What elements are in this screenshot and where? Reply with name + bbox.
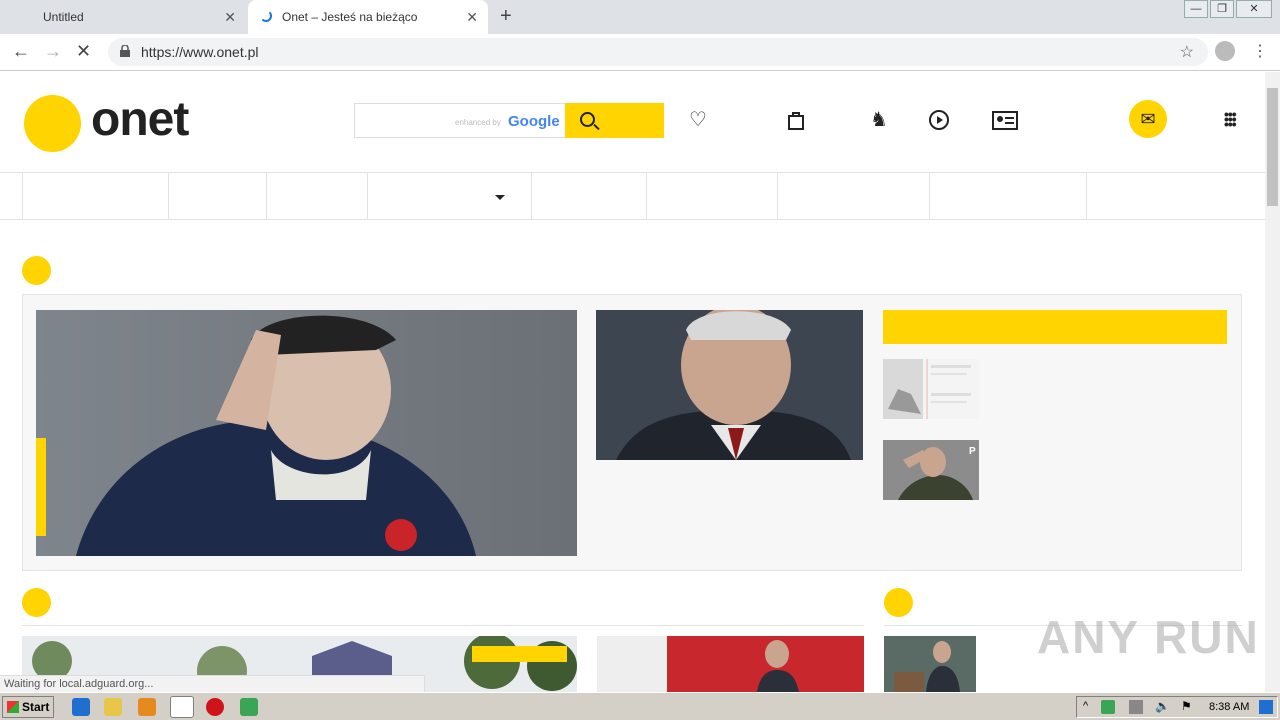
search-enhanced-label: enhanced by [455,118,501,127]
tab-title: Onet – Jesteś na bieżąco [282,10,418,24]
bookmark-star-icon[interactable]: ☆ [1180,42,1194,62]
tray-volume-icon[interactable]: 🔈 [1155,699,1170,713]
tab-onet[interactable]: Onet – Jesteś na bieżąco ✕ [248,0,488,34]
profile-avatar-icon[interactable] [1215,41,1235,61]
featured-panel: P [22,294,1242,571]
mail-button[interactable]: ✉ [1129,100,1167,138]
heart-icon[interactable]: ♡ [686,108,710,132]
close-window-icon[interactable]: ✕ [1236,0,1272,18]
scrollbar-thumb[interactable] [1267,88,1278,206]
shopping-bag-icon[interactable] [784,108,808,132]
stop-loading-icon[interactable]: ✕ [76,41,91,62]
page-content: onet enhanced by Google ♡ ♞ ✉ ••• ••• ••• [0,72,1265,692]
tray-adguard-icon[interactable] [1101,700,1115,714]
system-tray: ^ 🔈 ⚑ 8:38 AM [1076,696,1278,718]
search-icon [580,112,595,127]
show-desktop-icon[interactable] [1259,700,1273,714]
play-video-icon[interactable] [927,108,951,132]
opera-icon[interactable] [206,698,224,716]
folder-icon[interactable] [104,698,122,716]
tab-untitled[interactable]: Untitled ✕ [0,0,246,34]
new-tab-button[interactable]: + [500,5,512,28]
article-photo-parliament[interactable] [597,636,864,692]
tab-title: Untitled [43,10,84,24]
nav-item[interactable] [266,173,367,220]
restore-icon[interactable]: ❐ [1210,0,1234,18]
onet-logo-circle[interactable] [24,95,81,152]
search-button[interactable] [565,103,664,138]
nav-item[interactable] [22,173,168,220]
thumbnail-infographic[interactable] [883,359,979,419]
start-button[interactable]: Start [2,696,54,718]
chess-knight-icon[interactable]: ♞ [867,108,891,132]
close-tab-icon[interactable]: ✕ [224,9,236,26]
section-marker-dot [22,588,51,617]
back-icon[interactable]: ← [12,41,30,62]
thumbnail-soldier-salute[interactable]: P [883,440,979,500]
sidebar-headline-bar[interactable] [883,310,1227,344]
anyrun-watermark: ANY RUN [1037,611,1260,663]
nav-item[interactable] [929,173,1086,220]
tray-expand-icon[interactable]: ^ [1083,700,1088,712]
search-input[interactable]: enhanced by Google [354,103,566,138]
windows-taskbar: Start ^ 🔈 ⚑ 8:38 AM [0,692,1280,720]
internet-explorer-icon[interactable] [72,698,90,716]
nav-item[interactable] [168,173,266,220]
nav-item[interactable] [777,173,929,220]
minimize-icon[interactable]: — [1184,0,1208,18]
apps-grid-icon[interactable]: ••• ••• ••• [1224,107,1237,131]
section-marker-dot [884,588,913,617]
onet-logo-text[interactable]: onet [91,92,189,147]
loading-spinner-icon [260,10,272,22]
close-tab-icon[interactable]: ✕ [466,9,478,26]
status-bubble: Waiting for local.adguard.org... [0,675,425,692]
nav-item[interactable] [646,173,777,220]
start-label: Start [22,700,50,714]
id-card-icon[interactable] [991,108,1019,132]
featured-photo-older-man[interactable] [596,310,863,460]
section-marker-dot [22,256,51,285]
tray-network-icon[interactable] [1129,700,1143,714]
adguard-icon[interactable] [240,698,258,716]
browser-toolbar: ← → ✕ https://www.onet.pl ☆ ⋮ [0,34,1280,71]
browser-tab-bar: Untitled ✕ Onet – Jesteś na bieżąco ✕ + … [0,0,1280,34]
svg-text:P: P [969,446,976,457]
media-player-icon[interactable] [138,698,156,716]
section-divider [22,625,864,626]
url-text[interactable]: https://www.onet.pl [141,44,259,60]
windows-logo-icon [7,701,19,713]
chevron-down-icon [495,195,505,200]
google-logo: Google [508,113,560,130]
nav-item[interactable] [1086,173,1265,220]
nav-item-dropdown[interactable] [367,173,531,220]
address-bar[interactable]: https://www.onet.pl ☆ [108,38,1208,66]
taskbar-clock[interactable]: 8:38 AM [1209,701,1249,713]
nav-item[interactable] [531,173,646,220]
page-scrollbar[interactable] [1265,72,1280,692]
browser-menu-icon[interactable]: ⋮ [1252,41,1268,61]
chrome-taskbar-button[interactable] [170,696,194,718]
forward-icon[interactable]: → [44,41,62,62]
category-nav [0,172,1265,220]
thumbnail-parliament-speaker[interactable] [884,636,976,692]
tray-flag-icon[interactable]: ⚑ [1181,699,1192,713]
featured-photo-veteran-salute[interactable] [36,310,577,556]
lock-icon [120,45,130,57]
envelope-icon: ✉ [1140,109,1156,129]
